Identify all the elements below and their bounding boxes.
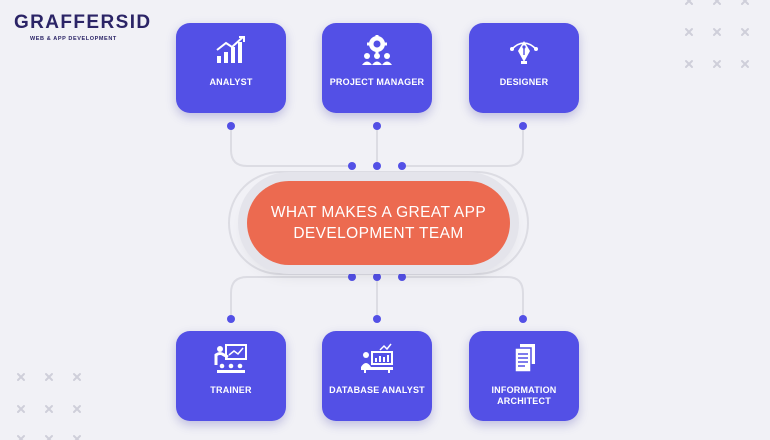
- presentation-board-icon: [214, 344, 247, 373]
- role-card-information-architect: INFORMATION ARCHITECT: [469, 331, 579, 421]
- team-gear-icon: [362, 35, 392, 65]
- growth-chart-icon: [216, 36, 245, 63]
- x-pattern-top-right: [685, 0, 749, 68]
- role-card-database-analyst: DATABASE ANALYST: [322, 331, 432, 421]
- connector-dot: [373, 162, 381, 170]
- role-label: INFORMATION ARCHITECT: [491, 385, 557, 406]
- connector-dot: [519, 315, 527, 323]
- connector-dot: [373, 273, 381, 281]
- role-card-designer: DESIGNER: [469, 23, 579, 113]
- connector-dot: [373, 122, 381, 130]
- center-title-pill: WHAT MAKES A GREAT APP DEVELOPMENT TEAM: [247, 181, 510, 265]
- brand-logo: GRAFFERSID WEB & APP DEVELOPMENT: [14, 12, 150, 46]
- connector-dot: [348, 273, 356, 281]
- role-card-project-manager: PROJECT MANAGER: [322, 23, 432, 113]
- document-icon: [514, 344, 535, 373]
- infographic: GRAFFERSID WEB & APP DEVELOPMENT ANALYST: [0, 0, 770, 440]
- connector-dot: [227, 122, 235, 130]
- connector-dot: [348, 162, 356, 170]
- center-title: WHAT MAKES A GREAT APP DEVELOPMENT TEAM: [270, 204, 487, 242]
- connector-dot: [373, 315, 381, 323]
- role-card-analyst: ANALYST: [176, 23, 286, 113]
- role-label: ANALYST: [209, 77, 253, 87]
- role-label: TRAINER: [210, 385, 252, 395]
- role-label: DESIGNER: [499, 77, 549, 87]
- brand-tagline: WEB & APP DEVELOPMENT: [30, 36, 117, 42]
- connector-dot: [519, 122, 527, 130]
- role-card-trainer: TRAINER: [176, 331, 286, 421]
- role-label: DATABASE ANALYST: [329, 385, 425, 395]
- analyst-desk-icon: [361, 343, 393, 373]
- connector-dot: [227, 315, 235, 323]
- connector-dot: [398, 273, 406, 281]
- connector-dot: [398, 162, 406, 170]
- role-label: PROJECT MANAGER: [329, 77, 425, 87]
- x-pattern-bottom-left: [17, 373, 81, 440]
- brand-name: GRAFFERSID: [14, 12, 152, 33]
- pen-nib-icon: [510, 41, 538, 64]
